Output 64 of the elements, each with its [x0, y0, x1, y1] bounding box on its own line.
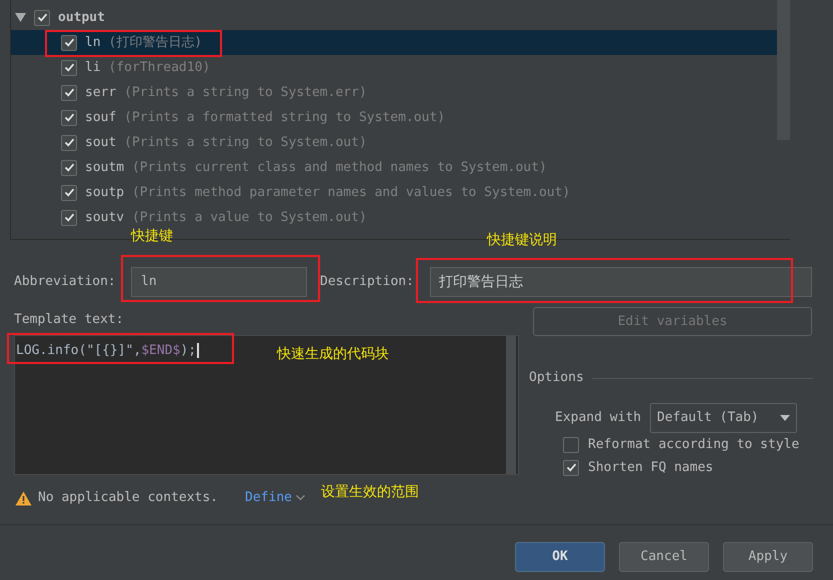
template-text-label: Template text: — [14, 313, 124, 327]
template-checkbox[interactable] — [61, 134, 77, 150]
annotation-label: 设置生效的范围 — [321, 483, 419, 502]
expand-with-label: Expand with — [555, 409, 642, 428]
template-label: li (forThread10) — [85, 58, 210, 77]
warning-icon — [15, 490, 32, 506]
description-field[interactable]: 打印警告日志 — [430, 267, 812, 297]
template-checkbox[interactable] — [61, 184, 77, 200]
dialog-button[interactable]: Apply — [723, 542, 813, 572]
template-label: soutm (Prints current class and method names to System.out) — [85, 158, 547, 177]
expand-with-dropdown[interactable]: Default (Tab) — [650, 403, 797, 433]
template-label: soutp (Prints method parameter names and values to System.out) — [85, 184, 570, 202]
chevron-down-icon — [296, 495, 305, 501]
checkmark-icon — [64, 87, 74, 98]
checkmark-icon — [566, 462, 576, 473]
abbreviation-field[interactable]: ln — [131, 267, 307, 297]
expand-triangle-icon[interactable] — [15, 12, 26, 23]
scrollbar[interactable] — [777, 0, 790, 140]
checkmark-icon — [64, 162, 74, 173]
tree-row[interactable]: sout (Prints a string to System.out) — [11, 130, 777, 155]
group-label: output — [58, 8, 105, 27]
template-label: souf (Prints a formatted string to System.out) — [85, 108, 446, 127]
tree-row[interactable]: soutp (Prints method parameter names and values to System.out) — [11, 180, 777, 205]
template-label: ln (打印警告日志) — [85, 34, 202, 52]
checkmark-icon — [64, 187, 74, 198]
dialog-button[interactable]: Cancel — [619, 542, 709, 572]
abbreviation-label: Abbreviation: — [14, 273, 117, 292]
description-label: Description: — [320, 273, 415, 292]
code-line: LOG.info("[{}]",$END$); — [16, 343, 200, 358]
template-checkbox[interactable] — [61, 210, 77, 226]
checkmark-icon — [36, 12, 48, 23]
annotation-label: 快捷键 — [131, 227, 173, 246]
annotation-label: 快捷键说明 — [487, 231, 557, 250]
template-checkbox[interactable] — [61, 160, 77, 176]
tree-row[interactable]: serr (Prints a string to System.err) — [11, 80, 777, 105]
template-label: soutv (Prints a value to System.out) — [85, 208, 367, 227]
define-link[interactable]: Define — [245, 488, 305, 508]
template-checkbox[interactable] — [61, 34, 77, 50]
tree-row[interactable]: soutv (Prints a value to System.out) — [11, 205, 777, 230]
warning-text: No applicable contexts. — [38, 489, 218, 508]
checkmark-icon — [64, 62, 74, 73]
dialog-button[interactable]: OK — [515, 542, 605, 572]
options-title: Options — [529, 369, 584, 388]
tree-row[interactable]: soutm (Prints current class and method names to System.out) — [11, 155, 777, 180]
tree-row[interactable]: li (forThread10) — [11, 55, 777, 80]
option-checkbox[interactable] — [563, 460, 579, 476]
checkmark-icon — [64, 212, 74, 223]
tree-row[interactable]: souf (Prints a formatted string to System.out) — [11, 105, 777, 130]
checkmark-icon — [64, 137, 74, 148]
template-checkbox[interactable] — [61, 110, 77, 126]
group-checkbox[interactable] — [34, 10, 50, 26]
option-label: Reformat according to style — [588, 436, 800, 454]
template-label: sout (Prints a string to System.out) — [85, 134, 367, 152]
template-label: serr (Prints a string to System.err) — [85, 84, 367, 102]
dropdown-arrow-icon — [780, 415, 790, 421]
option-checkbox[interactable] — [563, 436, 579, 452]
editor-scrollbar[interactable] — [506, 336, 516, 474]
annotation-label: 快速生成的代码块 — [277, 345, 389, 364]
checkmark-icon — [64, 112, 74, 123]
checkmark-icon — [64, 37, 74, 48]
template-checkbox[interactable] — [61, 60, 77, 76]
template-checkbox[interactable] — [61, 84, 77, 100]
option-label: Shorten FQ names — [588, 458, 714, 477]
tree-row[interactable]: ln (打印警告日志) — [11, 30, 777, 55]
